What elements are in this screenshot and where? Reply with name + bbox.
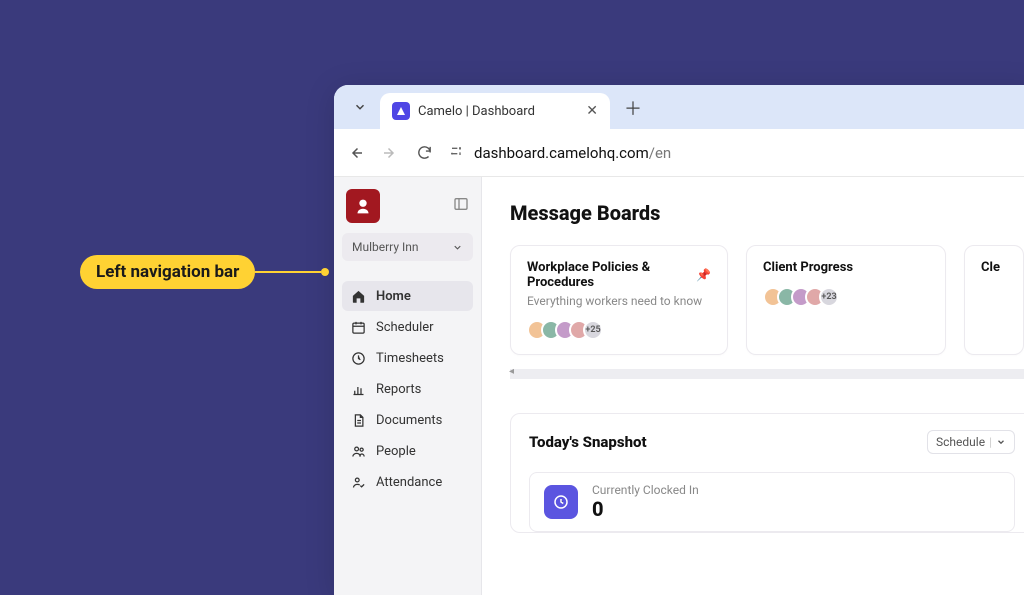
reload-button[interactable] [414,143,434,163]
browser-tabstrip: Camelo | Dashboard ✕ ＋ [334,85,1024,129]
nav-label: Home [376,289,411,304]
panel-left-icon [453,196,469,212]
chef-icon [352,195,374,217]
boards-row: Workplace Policies & Procedures 📌 Everyt… [510,245,1024,355]
sidebar-item-scheduler[interactable]: Scheduler [342,312,473,342]
board-card[interactable]: Workplace Policies & Procedures 📌 Everyt… [510,245,728,355]
snapshot-row-label: Currently Clocked In [592,483,699,497]
annotation-dot [321,268,329,276]
board-subtitle: Everything workers need to know [527,294,711,308]
nav-label: Attendance [376,475,442,490]
address-bar[interactable]: dashboard.camelohq.com/en [448,143,1022,163]
workspace-logo[interactable] [346,189,380,223]
tab-title: Camelo | Dashboard [418,104,535,119]
snapshot-view-select[interactable]: Schedule | [927,430,1015,454]
sidebar-item-documents[interactable]: Documents [342,405,473,435]
board-card[interactable]: Cle [964,245,1024,355]
camelo-logo-icon [395,105,407,117]
workspace-selector[interactable]: Mulberry Inn [342,233,473,261]
tab-search-button[interactable] [346,93,374,121]
snapshot-panel: Today's Snapshot Schedule | Currently Cl… [510,413,1024,533]
people-icon [350,443,366,459]
camelo-favicon [392,102,410,120]
site-settings-icon[interactable] [448,143,464,163]
attendance-icon [350,474,366,490]
arrow-right-icon [381,144,399,162]
board-title: Workplace Policies & Procedures [527,260,688,290]
sidebar-item-attendance[interactable]: Attendance [342,467,473,497]
divider: | [989,435,992,449]
workspace-name: Mulberry Inn [352,240,419,254]
new-tab-button[interactable]: ＋ [618,93,648,123]
board-title: Cle [981,260,1000,275]
nav-label: People [376,444,416,459]
board-avatars: +25 [527,320,711,340]
annotation-label: Left navigation bar [80,255,255,289]
reload-icon [416,144,433,161]
nav-label: Timesheets [376,351,444,366]
tab-close-button[interactable]: ✕ [586,103,598,119]
sidebar-item-people[interactable]: People [342,436,473,466]
url-text: dashboard.camelohq.com/en [474,144,671,162]
avatar-more: +23 [819,287,839,307]
sidebar-top [342,187,473,227]
back-button[interactable] [346,143,366,163]
snapshot-clockedin[interactable]: Currently Clocked In 0 [529,472,1015,532]
boards-scrollbar[interactable] [510,369,1024,379]
board-avatars: +23 [763,287,929,307]
nav-list: Home Scheduler Timesheets Reports Docume… [342,281,473,497]
clock-icon [350,350,366,366]
main-content: Message Boards Workplace Policies & Proc… [482,177,1024,595]
document-icon [350,412,366,428]
sidebar-item-timesheets[interactable]: Timesheets [342,343,473,373]
clock-square-icon [544,485,578,519]
arrow-left-icon [347,144,365,162]
sidebar-item-reports[interactable]: Reports [342,374,473,404]
browser-toolbar: dashboard.camelohq.com/en [334,129,1024,177]
calendar-icon [350,319,366,335]
forward-button[interactable] [380,143,400,163]
section-title-boards: Message Boards [510,201,1024,225]
annotation-callout: Left navigation bar [80,255,329,289]
nav-label: Reports [376,382,421,397]
browser-tab-active[interactable]: Camelo | Dashboard ✕ [380,93,610,129]
collapse-sidebar-button[interactable] [453,196,469,216]
annotation-line [255,271,321,273]
app-frame: Mulberry Inn Home Scheduler Timesheets [334,177,1024,595]
home-icon [350,288,366,304]
board-card[interactable]: Client Progress +23 [746,245,946,355]
nav-label: Scheduler [376,320,434,335]
chevron-down-icon [452,242,463,253]
sidebar-item-home[interactable]: Home [342,281,473,311]
chevron-down-icon [996,437,1006,447]
nav-label: Documents [376,413,442,428]
chevron-down-icon [353,100,367,114]
chart-icon [350,381,366,397]
avatar-more: +25 [583,320,603,340]
browser-window: Camelo | Dashboard ✕ ＋ dashboard.cameloh… [334,85,1024,595]
pin-icon: 📌 [696,268,711,282]
board-title: Client Progress [763,260,853,275]
snapshot-title: Today's Snapshot [529,433,647,451]
snapshot-row-value: 0 [592,497,699,521]
left-sidebar: Mulberry Inn Home Scheduler Timesheets [334,177,482,595]
